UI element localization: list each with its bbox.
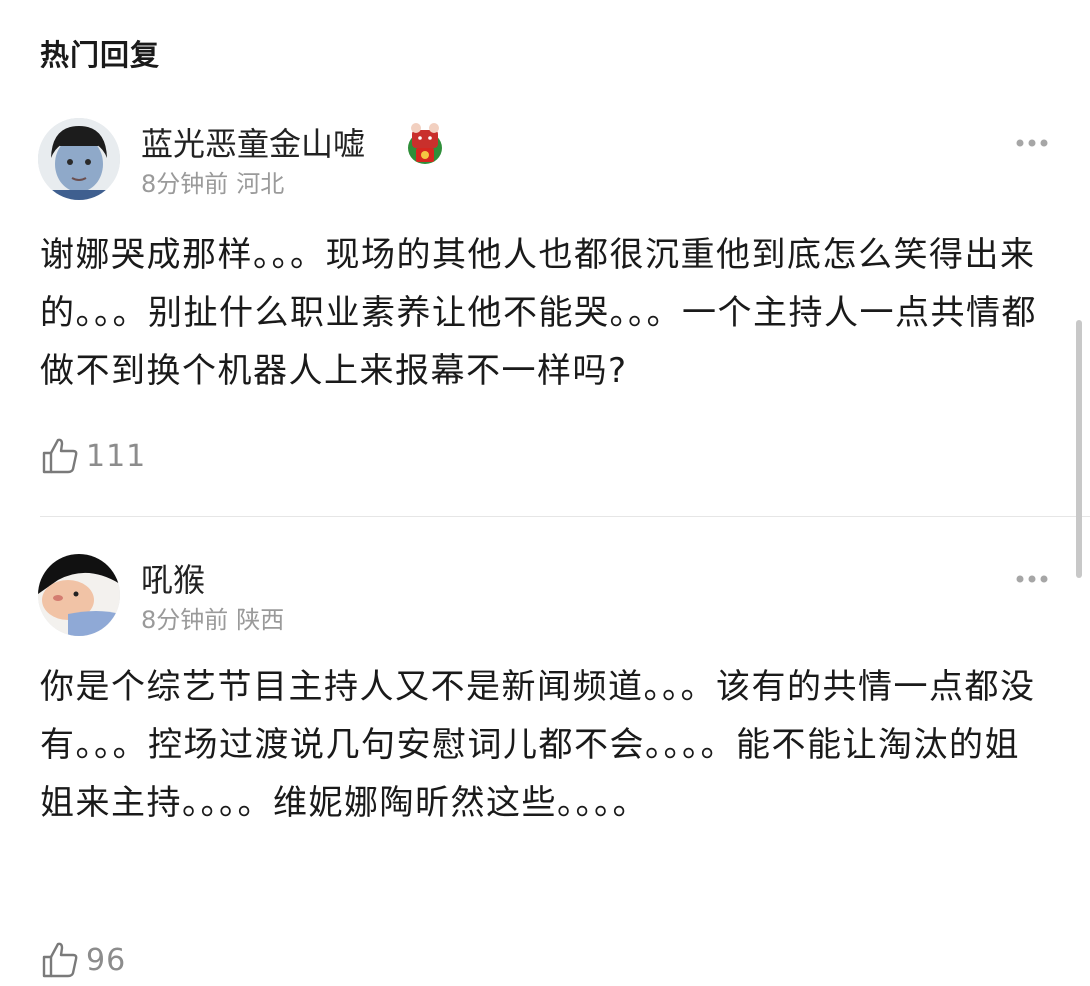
divider: [40, 516, 1090, 517]
like-button[interactable]: 96: [40, 940, 126, 980]
location: 陕西: [236, 606, 285, 634]
like-count: 111: [86, 438, 147, 474]
location: 河北: [236, 170, 285, 198]
avatar[interactable]: [38, 118, 120, 200]
red-envelope-ox-badge-icon: [404, 118, 446, 166]
more-dots-icon[interactable]: [1012, 128, 1052, 158]
timestamp: 8分钟前: [141, 606, 229, 634]
like-button[interactable]: 111: [40, 436, 146, 476]
comment-meta: 8分钟前 陕西: [141, 604, 284, 636]
avatar[interactable]: [38, 554, 120, 636]
username[interactable]: 吼猴: [141, 558, 205, 602]
comment-text: 谢娜哭成那样。。。现场的其他人也都很沉重他到底怎么笑得出来的。。。别扯什么职业素…: [40, 235, 1037, 391]
timestamp: 8分钟前: [141, 170, 229, 198]
comment-text: 你是个综艺节目主持人又不是新闻频道。。。该有的共情一点都没有。。。控场过渡说几句…: [40, 667, 1036, 823]
comment-meta: 8分钟前 河北: [141, 168, 284, 200]
scrollbar[interactable]: [1076, 320, 1082, 578]
thumbs-up-icon: [42, 438, 78, 474]
like-count: 96: [86, 942, 127, 978]
username[interactable]: 蓝光恶童金山嘘: [141, 122, 365, 166]
more-dots-icon[interactable]: [1012, 564, 1052, 594]
section-title: 热门回复: [40, 38, 161, 72]
thumbs-up-icon: [42, 942, 78, 978]
